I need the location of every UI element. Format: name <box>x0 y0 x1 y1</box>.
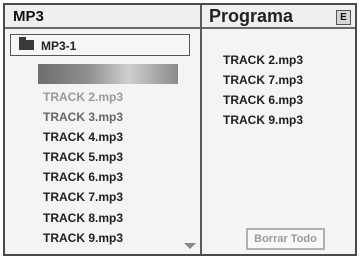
program-track-list: TRACK 2.mp3 TRACK 7.mp3 TRACK 6.mp3 TRAC… <box>223 53 303 133</box>
edit-badge[interactable]: E <box>336 10 351 25</box>
scroll-down-icon[interactable] <box>184 243 196 249</box>
track-item[interactable]: TRACK 7.mp3 <box>43 190 123 210</box>
clear-all-button[interactable]: Borrar Todo <box>246 228 325 250</box>
track-item[interactable]: TRACK 6.mp3 <box>43 170 123 190</box>
program-track-item[interactable]: TRACK 9.mp3 <box>223 113 303 133</box>
program-title: Programa <box>209 6 294 26</box>
program-track-item[interactable]: TRACK 7.mp3 <box>223 73 303 93</box>
browser-title: MP3 <box>13 8 44 25</box>
track-item[interactable]: TRACK 4.mp3 <box>43 130 123 150</box>
program-header: Programa E <box>202 5 355 29</box>
track-item[interactable]: TRACK 5.mp3 <box>43 150 123 170</box>
selection-highlight <box>38 64 178 84</box>
program-track-item[interactable]: TRACK 2.mp3 <box>223 53 303 73</box>
track-list: TRACK 2.mp3 TRACK 3.mp3 TRACK 4.mp3 TRAC… <box>43 90 123 251</box>
folder-item[interactable]: MP3-1 <box>10 34 190 56</box>
track-item[interactable]: TRACK 9.mp3 <box>43 231 123 251</box>
folder-icon <box>19 37 34 50</box>
track-item[interactable]: TRACK 2.mp3 <box>43 90 123 110</box>
track-item[interactable]: TRACK 8.mp3 <box>43 211 123 231</box>
browser-header: MP3 <box>5 5 200 29</box>
program-track-item[interactable]: TRACK 6.mp3 <box>223 93 303 113</box>
folder-label: MP3-1 <box>41 39 77 53</box>
track-item[interactable]: TRACK 3.mp3 <box>43 110 123 130</box>
